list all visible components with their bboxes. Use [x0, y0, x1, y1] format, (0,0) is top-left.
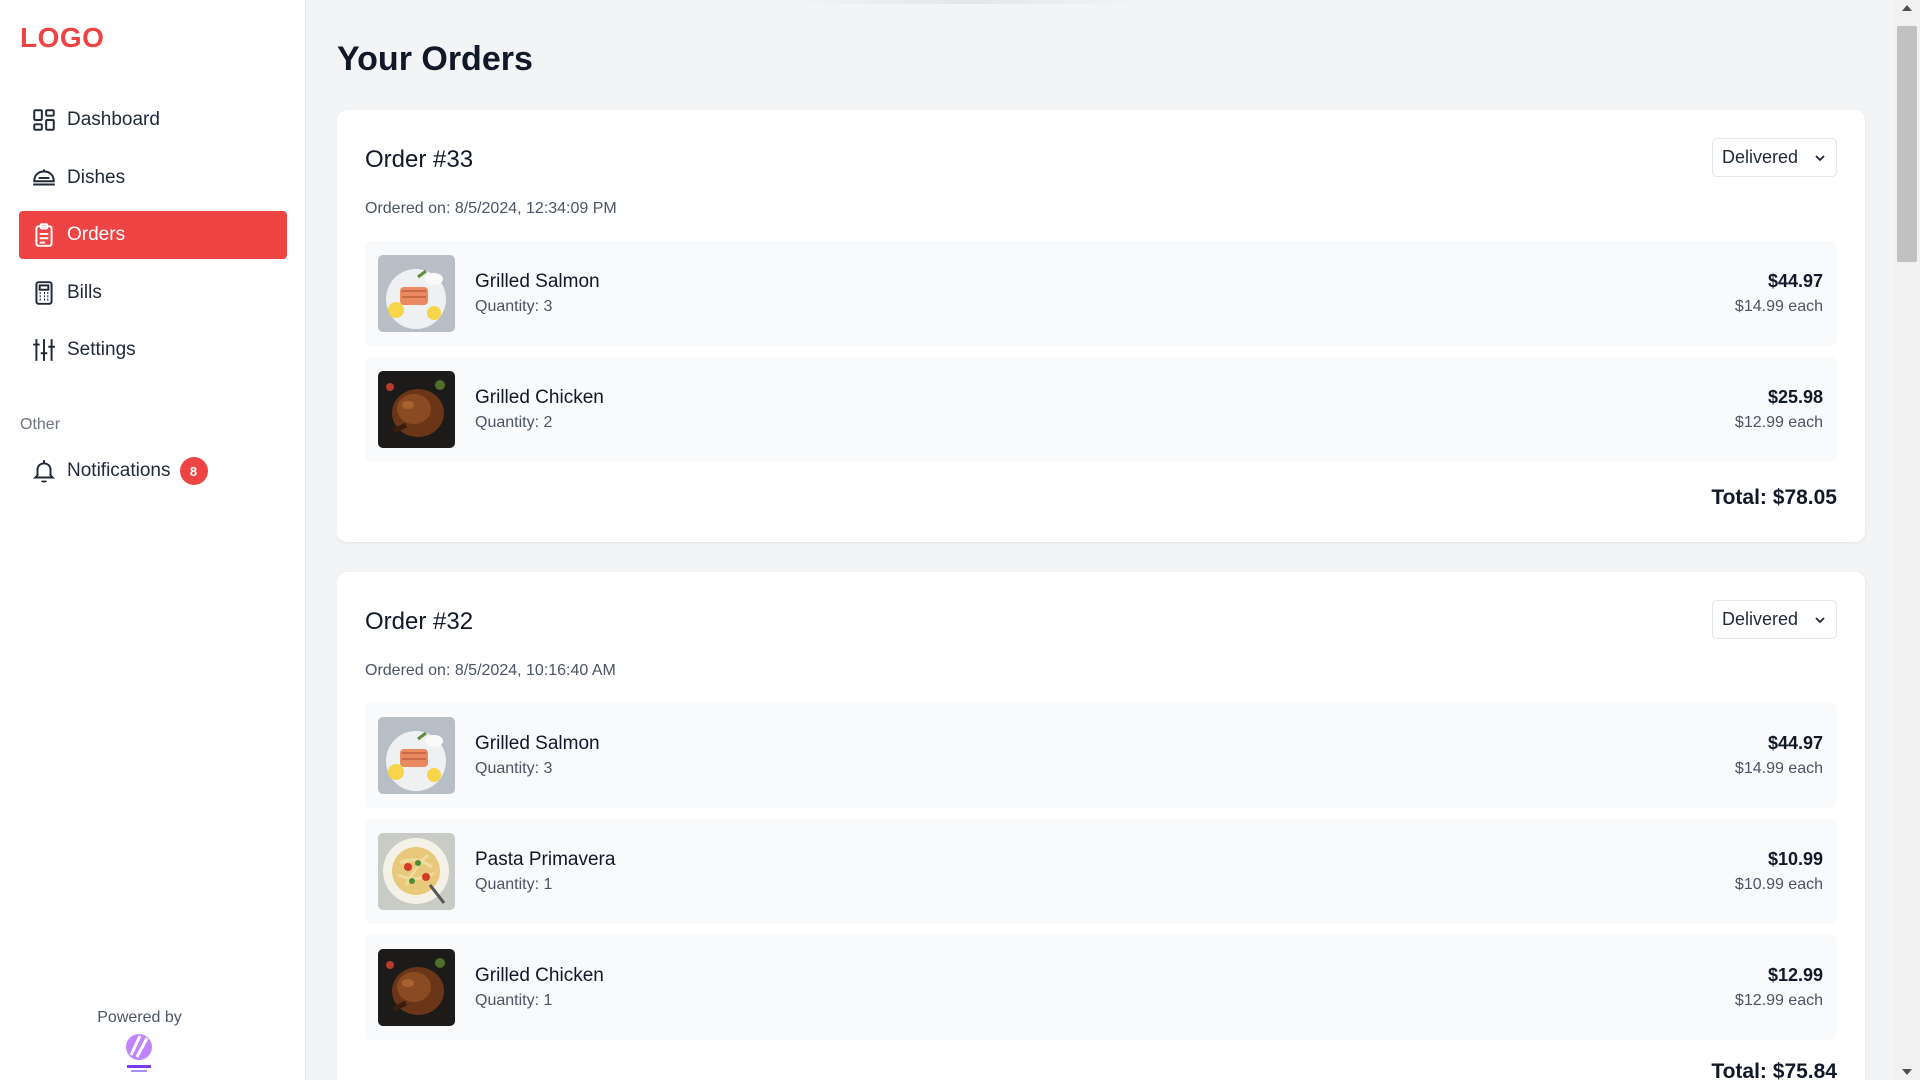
scrollbar[interactable]: [1894, 0, 1920, 1080]
sidebar-item-dishes[interactable]: Dishes: [19, 154, 287, 202]
sidebar-item-label: Orders: [67, 224, 126, 245]
order-card: Order #33 Delivered Ordered on: 8/5/2024…: [337, 110, 1865, 542]
item-quantity: Quantity: 2: [475, 414, 553, 431]
order-header: Order #32 Delivered: [365, 600, 1837, 640]
status-select[interactable]: Delivered: [1712, 600, 1837, 639]
order-item: Grilled Salmon Quantity: 3 $44.97 $14.99…: [365, 703, 1837, 808]
chevron-down-icon: [1815, 155, 1825, 162]
sidebar-item-label: Notifications: [67, 460, 171, 481]
item-unit-price: $12.99 each: [1734, 992, 1823, 1009]
order-header: Order #33 Delivered: [365, 138, 1837, 178]
order-title: Order #33: [365, 146, 474, 173]
order-item: Grilled Chicken Quantity: 2 $25.98 $12.9…: [365, 357, 1837, 462]
brand-logo-icon[interactable]: [122, 1032, 156, 1074]
main-content: Your Orders Order #33 Delivered Ordered …: [337, 0, 1867, 1080]
order-item: Grilled Chicken Quantity: 1 $12.99 $12.9…: [365, 935, 1837, 1040]
item-unit-price: $14.99 each: [1734, 760, 1823, 777]
sidebar-item-notifications[interactable]: Notifications 8: [19, 447, 287, 495]
section-label-other: Other: [20, 416, 61, 433]
status-value: Delivered: [1722, 147, 1799, 167]
page-title: Your Orders: [337, 40, 533, 78]
sidebar-item-label: Settings: [67, 339, 136, 360]
item-unit-price: $10.99 each: [1734, 876, 1823, 893]
item-name: Grilled Chicken: [475, 965, 604, 986]
order-total: Total: $78.05: [1711, 486, 1837, 509]
order-card: Order #32 Delivered Ordered on: 8/5/2024…: [337, 572, 1865, 1080]
salmon-image: [378, 717, 455, 794]
item-quantity: Quantity: 1: [475, 992, 553, 1009]
item-total: $44.97: [1767, 271, 1823, 291]
sidebar-item-dashboard[interactable]: Dashboard: [19, 96, 287, 144]
ordered-on-date: Ordered on: 8/5/2024, 12:34:09 PM: [365, 200, 617, 217]
status-select[interactable]: Delivered: [1712, 138, 1837, 177]
item-unit-price: $14.99 each: [1734, 298, 1823, 315]
item-quantity: Quantity: 1: [475, 876, 553, 893]
chevron-down-icon: [1815, 617, 1825, 624]
scroll-down-arrow-icon[interactable]: [1902, 1069, 1912, 1075]
calculator-icon: [31, 280, 57, 306]
sidebar-item-label: Dishes: [67, 166, 126, 188]
clipboard-icon: [31, 222, 57, 248]
scroll-up-arrow-icon[interactable]: [1902, 5, 1912, 11]
item-name: Grilled Salmon: [475, 733, 600, 754]
chicken-image: [378, 949, 455, 1026]
bell-icon: [31, 458, 57, 484]
notification-count-badge: 8: [179, 457, 208, 485]
ordered-on-date: Ordered on: 8/5/2024, 10:16:40 AM: [365, 662, 616, 679]
dashboard-icon: [31, 107, 57, 133]
order-items-list: Grilled Salmon Quantity: 3 $44.97 $14.99…: [365, 241, 1837, 473]
item-quantity: Quantity: 3: [475, 760, 553, 777]
item-unit-price: $12.99 each: [1734, 414, 1823, 431]
status-value: Delivered: [1722, 609, 1799, 629]
dish-icon: [31, 165, 57, 191]
order-item: Grilled Salmon Quantity: 3 $44.97 $14.99…: [365, 241, 1837, 346]
item-name: Pasta Primavera: [475, 849, 616, 870]
sliders-icon: [31, 337, 57, 363]
item-total: $44.97: [1767, 733, 1823, 753]
sidebar-item-settings[interactable]: Settings: [19, 326, 287, 374]
sidebar-item-label: Dashboard: [67, 109, 160, 130]
item-total: $12.99: [1767, 965, 1823, 985]
order-total: Total: $75.84: [1711, 1060, 1837, 1080]
scrollbar-thumb[interactable]: [1897, 26, 1917, 262]
order-items-list: Grilled Salmon Quantity: 3 $44.97 $14.99…: [365, 703, 1837, 1051]
powered-by-label: Powered by: [97, 1009, 182, 1026]
sidebar-item-bills[interactable]: Bills: [19, 269, 287, 317]
logo[interactable]: LOGO: [20, 22, 104, 54]
salmon-image: [378, 255, 455, 332]
item-quantity: Quantity: 3: [475, 298, 553, 315]
order-title: Order #32: [365, 608, 474, 635]
item-total: $25.98: [1767, 387, 1823, 407]
sidebar: LOGO Dashboard Dishes Orders Bills Setti…: [0, 0, 306, 1080]
order-item: Pasta Primavera Quantity: 1 $10.99 $10.9…: [365, 819, 1837, 924]
item-name: Grilled Salmon: [475, 271, 600, 292]
sidebar-item-orders[interactable]: Orders: [19, 211, 287, 259]
chicken-image: [378, 371, 455, 448]
sidebar-item-label: Bills: [67, 281, 102, 303]
item-name: Grilled Chicken: [475, 387, 604, 408]
item-total: $10.99: [1767, 849, 1823, 869]
sidebar-nav: Dashboard Dishes Orders Bills Settings: [19, 96, 287, 384]
pasta-image: [378, 833, 455, 910]
top-divider: [787, 0, 1147, 4]
